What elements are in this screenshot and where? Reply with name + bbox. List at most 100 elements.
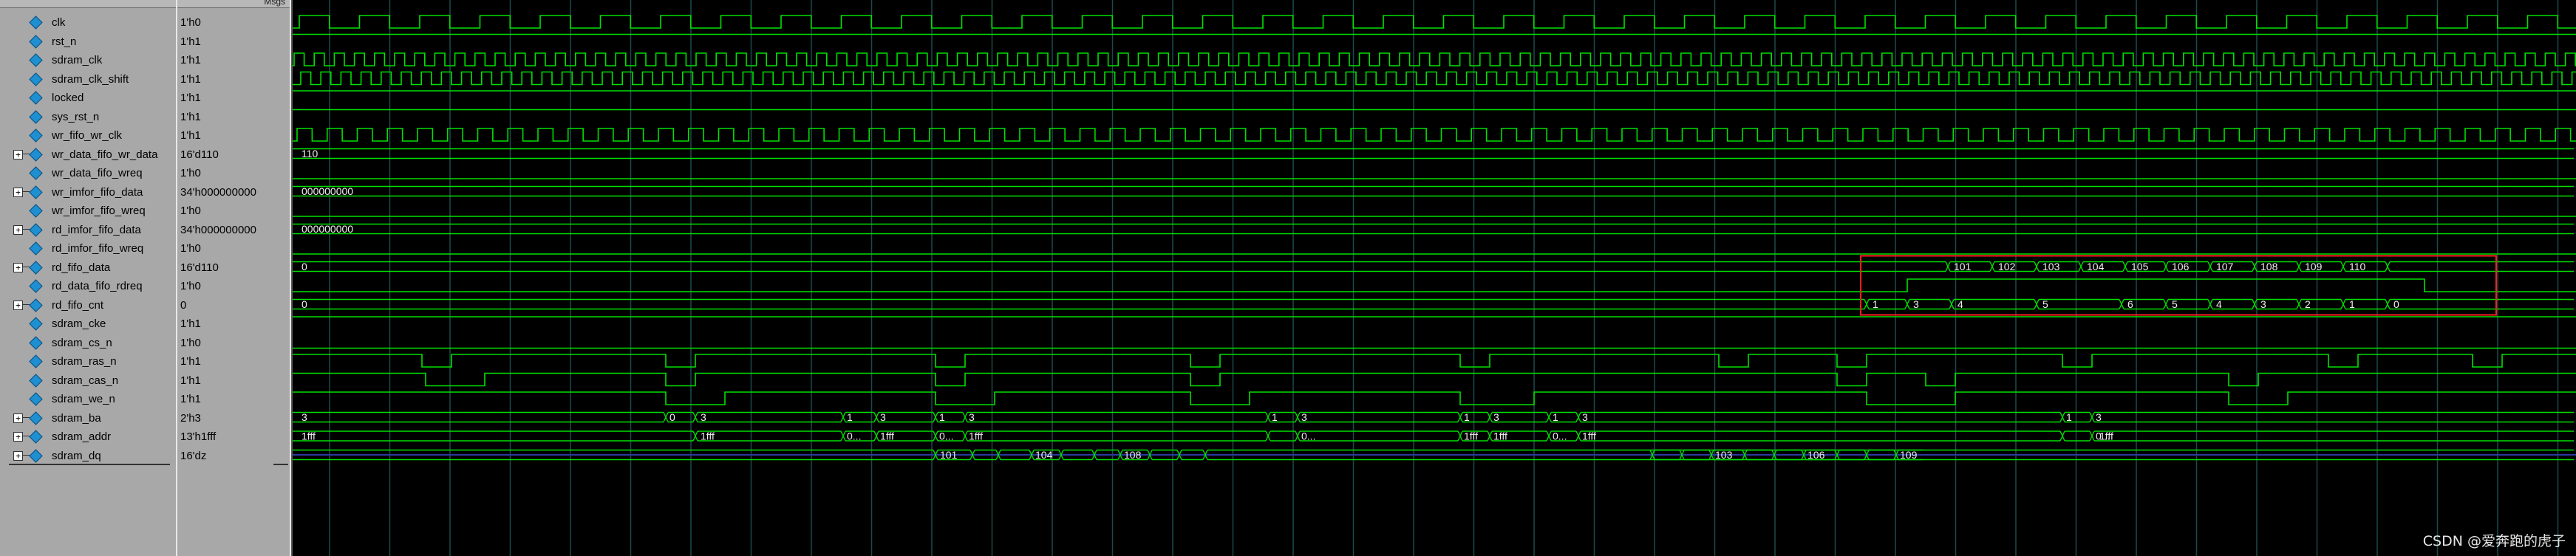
bus-waveform [1581, 411, 2060, 423]
waveform-canvas[interactable]: 1100000000000000000000 101 102 103 104 105 106… [293, 0, 2576, 556]
bus-value-label: 103 [2042, 261, 2060, 272]
value-row[interactable]: 1'h1 [177, 371, 290, 389]
value-row[interactable]: 2'h3 [177, 408, 290, 427]
bus-transition [2089, 412, 2095, 422]
signal-row[interactable]: sdram_cs_n [0, 333, 176, 351]
signal-row[interactable]: + rd_fifo_data [0, 258, 176, 276]
bus-value-label: 108 [1124, 449, 1142, 461]
signal-name: rd_data_fifo_rdreq [52, 280, 143, 292]
value-row[interactable]: 34'h000000000 [177, 220, 290, 238]
value-row[interactable]: 1'h0 [177, 333, 290, 351]
bus-value-label: 3 [1301, 411, 1307, 423]
value-row[interactable]: 1'h1 [177, 32, 290, 50]
signal-row[interactable]: clk [0, 13, 176, 31]
signal-row[interactable]: wr_fifo_wr_clk [0, 126, 176, 144]
signal-row[interactable]: locked [0, 88, 176, 106]
signal-row[interactable]: rd_data_fifo_rdreq [0, 276, 176, 295]
signal-row[interactable]: wr_data_fifo_wreq [0, 163, 176, 182]
value-row[interactable]: 1'h1 [177, 107, 290, 126]
bus-value-label: 3 [701, 411, 706, 423]
signal-value: 34'h000000000 [180, 223, 256, 236]
signal-row[interactable]: rd_imfor_fifo_wreq [0, 238, 176, 257]
bus-waveform [293, 148, 2574, 159]
signal-value: 1'h0 [180, 167, 201, 179]
bus-value-label: 3 [880, 411, 886, 423]
bus-transition [1949, 299, 1955, 309]
signal-row[interactable]: sdram_ras_n [0, 351, 176, 370]
signal-diamond-icon [29, 317, 43, 331]
signal-row[interactable]: sdram_clk_shift [0, 69, 176, 88]
signal-diamond-icon [29, 185, 43, 199]
value-row[interactable]: 1'h0 [177, 13, 290, 31]
bus-transition [2078, 261, 2084, 272]
expand-icon[interactable]: + [13, 149, 23, 159]
value-row[interactable]: 1'h1 [177, 314, 290, 332]
value-row[interactable]: 34'h000000000 [177, 182, 290, 201]
expand-icon[interactable]: + [13, 450, 23, 461]
signal-row[interactable]: wr_imfor_fifo_wreq [0, 201, 176, 219]
signal-value: 16'dz [180, 449, 207, 462]
value-row[interactable]: 16'd110 [177, 145, 290, 163]
signal-name: rd_fifo_cnt [52, 298, 104, 312]
value-row[interactable]: 1'h1 [177, 351, 290, 370]
bus-waveform [2390, 261, 2574, 272]
bus-value-label: 1fff [880, 430, 894, 442]
value-row[interactable]: 1'h0 [177, 238, 290, 257]
expand-icon[interactable]: + [13, 413, 23, 423]
value-row[interactable]: 1'h1 [177, 69, 290, 88]
bus-value-label: 3 [1913, 298, 1919, 310]
expand-icon[interactable]: + [13, 300, 23, 310]
expand-icon[interactable]: + [13, 432, 23, 442]
signal-row[interactable]: sdram_we_n [0, 389, 176, 408]
signal-row[interactable]: + sdram_addr [0, 427, 176, 445]
expand-icon[interactable]: + [13, 187, 23, 197]
bus-transition [2252, 299, 2258, 309]
signal-row[interactable]: sdram_cke [0, 314, 176, 332]
value-row[interactable]: 0 [177, 295, 290, 314]
signal-row[interactable]: + rd_imfor_fifo_data [0, 220, 176, 238]
bus-transition [1546, 430, 1552, 442]
bus-value-label: 5 [2042, 298, 2048, 310]
signal-row[interactable]: + wr_data_fifo_wr_data [0, 145, 176, 163]
signal-name: sdram_clk_shift [52, 72, 129, 86]
signal-diamond-icon [29, 354, 43, 368]
waveform-pane[interactable]: 110 000000000 000000000 0 101 102 103 104 105 106… [293, 0, 2576, 556]
signal-name: sdram_clk [52, 54, 103, 66]
signal-row[interactable]: + wr_imfor_fifo_data [0, 182, 176, 201]
bus-transition [1265, 430, 1271, 442]
value-row[interactable]: 1'h1 [177, 88, 290, 106]
bus-transition [2207, 299, 2213, 309]
value-row[interactable]: 16'd110 [177, 258, 290, 276]
signal-row[interactable]: + rd_fifo_cnt [0, 295, 176, 314]
value-row[interactable]: 1'h1 [177, 126, 290, 144]
signal-row[interactable]: sys_rst_n [0, 107, 176, 126]
bus-waveform [2390, 298, 2574, 310]
signal-row[interactable]: + sdram_ba [0, 408, 176, 427]
signal-row[interactable]: sdram_cas_n [0, 371, 176, 389]
signal-diamond-icon [29, 166, 43, 180]
expand-icon[interactable]: + [13, 262, 23, 272]
expand-icon[interactable]: + [13, 224, 23, 235]
value-row[interactable]: 1'h0 [177, 201, 290, 219]
bus-transition [2034, 299, 2040, 309]
bus-transition [1945, 261, 1951, 272]
bus-waveform [2094, 411, 2574, 423]
bus-waveform [1492, 411, 1547, 423]
signal-row[interactable]: + sdram_dq [0, 446, 176, 464]
value-row[interactable]: 1'h0 [177, 163, 290, 182]
value-row[interactable]: 16'dz [177, 446, 290, 464]
value-row[interactable]: 13'h1fff [177, 427, 290, 445]
bus-transition [1487, 412, 1493, 422]
bus-transition [692, 430, 698, 442]
value-row[interactable]: 1'h0 [177, 276, 290, 295]
bus-transition [2163, 261, 2169, 272]
bus-waveform [1581, 430, 2060, 442]
value-row[interactable]: 1'h1 [177, 50, 290, 69]
bus-transition [2296, 299, 2302, 309]
signal-diamond-icon [29, 260, 43, 275]
signal-row[interactable]: sdram_clk [0, 50, 176, 69]
signal-value: 1'h1 [180, 35, 201, 48]
value-row[interactable]: 1'h1 [177, 389, 290, 408]
signal-row[interactable]: rst_n [0, 32, 176, 50]
bus-value-label: 0 [669, 411, 675, 423]
